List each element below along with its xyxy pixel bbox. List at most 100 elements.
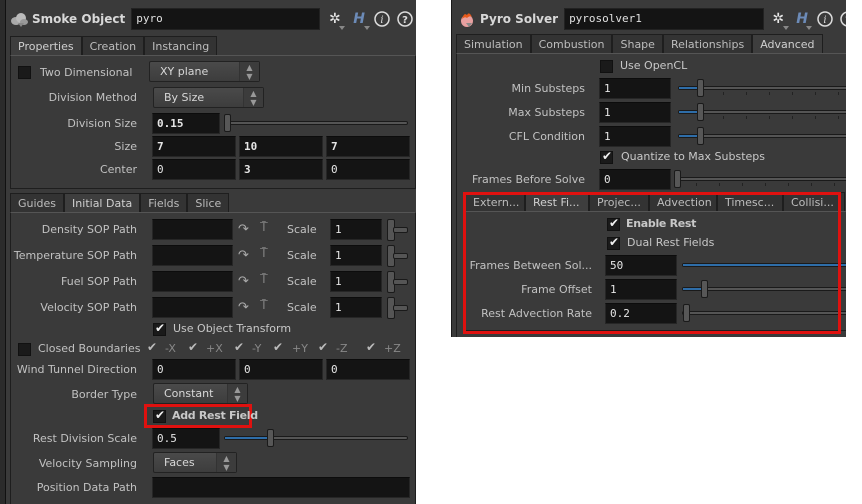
updown-arrows-icon: ▲ ▼ <box>227 384 247 403</box>
division-size-input[interactable]: 0.15 <box>152 113 220 134</box>
temperature-scale-input[interactable]: 1 <box>330 245 382 266</box>
jump-to-node-icon[interactable]: ↷ <box>238 275 256 289</box>
node-chooser-icon[interactable]: ⍑ <box>260 273 278 287</box>
tab-instancing[interactable]: Instancing <box>144 36 218 56</box>
division-method-dropdown[interactable]: By Size ▲ ▼ <box>153 87 264 108</box>
question-icon[interactable]: ? <box>395 8 416 30</box>
density-scale-slider[interactable] <box>387 219 408 241</box>
tab-properties[interactable]: Properties <box>10 36 82 56</box>
node-header: Smoke Object pyro ✲ H i ? <box>10 4 416 34</box>
fire-icon[interactable] <box>458 11 476 27</box>
node-chooser-icon[interactable]: ⍑ <box>260 247 278 261</box>
tab-slice[interactable]: Slice <box>187 193 230 213</box>
node-chooser-icon[interactable]: ⍑ <box>260 221 278 235</box>
wind-tunnel-x-input[interactable]: 0 <box>152 359 236 380</box>
node-name-input[interactable]: pyrosolver1 <box>564 8 764 30</box>
temperature-scale-label: Scale <box>287 249 317 262</box>
info-icon[interactable]: i <box>372 8 393 30</box>
updown-arrows-icon: ▲ ▼ <box>239 62 259 81</box>
size-z-input[interactable]: 7 <box>326 136 410 157</box>
temperature-sop-path-input[interactable] <box>152 245 233 266</box>
fuel-sop-path-input[interactable] <box>152 271 233 292</box>
svg-text:i: i <box>381 15 384 26</box>
closed-plus-y-checkbox[interactable] <box>273 340 286 356</box>
position-data-path-label: Position Data Path <box>36 481 137 494</box>
top-tabs: Simulation Combustion Shape Relationship… <box>456 34 823 54</box>
density-sop-path-input[interactable] <box>152 219 233 240</box>
min-substeps-slider[interactable] <box>678 79 862 97</box>
density-sop-path-label: Density SOP Path <box>41 223 137 236</box>
tab-creation[interactable]: Creation <box>81 36 145 56</box>
tab-shape[interactable]: Shape <box>612 34 663 54</box>
tab-fields[interactable]: Fields <box>140 193 188 213</box>
use-object-transform-checkbox[interactable] <box>153 321 166 336</box>
rest-division-scale-slider[interactable] <box>224 429 408 447</box>
wind-tunnel-y-input[interactable]: 0 <box>239 359 323 380</box>
center-z-input[interactable]: 0 <box>326 159 410 180</box>
gear-icon[interactable]: ✲ <box>768 8 789 30</box>
node-name-input[interactable]: pyro <box>131 8 321 30</box>
size-y-input[interactable]: 10 <box>239 136 323 157</box>
tab-combustion[interactable]: Combustion <box>530 34 613 54</box>
velocity-scale-input[interactable]: 1 <box>330 297 382 318</box>
jump-to-node-icon[interactable]: ↷ <box>238 249 256 263</box>
density-scale-input[interactable]: 1 <box>330 219 382 240</box>
wind-tunnel-z-input[interactable]: 0 <box>326 359 410 380</box>
max-substeps-input[interactable]: 1 <box>599 102 671 123</box>
fuel-scale-input[interactable]: 1 <box>330 271 382 292</box>
cfl-condition-slider[interactable] <box>678 127 862 145</box>
closed-minus-y-checkbox[interactable] <box>234 340 247 356</box>
tab-advanced[interactable]: Advanced <box>752 34 823 54</box>
cfl-condition-input[interactable]: 1 <box>599 126 671 147</box>
center-y-input[interactable]: 3 <box>239 159 323 180</box>
frames-before-solve-label: Frames Before Solve <box>471 173 585 186</box>
closed-minus-y-label: -Y <box>252 342 262 355</box>
rest-division-scale-label: Rest Division Scale <box>32 432 137 445</box>
rest-division-scale-input[interactable]: 0.5 <box>152 428 220 449</box>
velocity-sampling-value: Faces <box>164 456 195 469</box>
tab-simulation[interactable]: Simulation <box>456 34 531 54</box>
temperature-scale-slider[interactable] <box>387 245 408 267</box>
quantize-label: Quantize to Max Substeps <box>621 150 765 163</box>
velocity-scale-slider[interactable] <box>387 297 408 319</box>
gear-icon[interactable]: ✲ <box>324 8 346 30</box>
jump-to-node-icon[interactable]: ↷ <box>238 223 256 237</box>
smoke-cloud-icon[interactable] <box>10 11 28 27</box>
closed-minus-x-checkbox[interactable] <box>147 340 160 356</box>
fuel-scale-slider[interactable] <box>387 271 408 293</box>
closed-plus-z-checkbox[interactable] <box>366 340 379 356</box>
houdini-help-icon[interactable]: H <box>348 8 370 30</box>
center-x-input[interactable]: 0 <box>152 159 236 180</box>
velocity-sampling-dropdown[interactable]: Faces ▲ ▼ <box>153 452 237 473</box>
node-chooser-icon[interactable]: ⍑ <box>260 299 278 313</box>
max-substeps-slider[interactable] <box>678 103 862 121</box>
closed-boundaries-checkbox[interactable] <box>18 343 31 356</box>
smoke-object-panel: Smoke Object pyro ✲ H i ? Properties Cre… <box>0 0 416 504</box>
division-size-slider[interactable] <box>224 114 408 132</box>
tab-initial-data[interactable]: Initial Data <box>64 193 141 213</box>
tab-relationships[interactable]: Relationships <box>662 34 753 54</box>
closed-minus-z-checkbox[interactable] <box>318 340 331 356</box>
border-type-dropdown[interactable]: Constant ▲ ▼ <box>153 383 248 404</box>
houdini-help-icon[interactable]: H <box>792 8 813 30</box>
closed-plus-x-checkbox[interactable] <box>188 340 201 356</box>
use-opencl-checkbox[interactable] <box>600 60 613 73</box>
info-icon[interactable]: i <box>814 8 835 30</box>
size-x-input[interactable]: 7 <box>152 136 236 157</box>
division-method-label: Division Method <box>48 91 137 104</box>
plane-dropdown[interactable]: XY plane ▲ ▼ <box>149 61 260 82</box>
frames-before-solve-input[interactable]: 0 <box>599 169 671 190</box>
frames-before-solve-slider[interactable] <box>674 170 862 188</box>
min-substeps-label: Min Substeps <box>511 82 585 95</box>
add-rest-field-checkbox[interactable] <box>153 408 166 423</box>
tab-guides[interactable]: Guides <box>10 193 65 213</box>
use-object-transform-label: Use Object Transform <box>173 322 292 335</box>
position-data-path-input[interactable] <box>152 477 410 498</box>
two-dimensional-checkbox[interactable] <box>18 66 31 79</box>
min-substeps-input[interactable]: 1 <box>599 78 671 99</box>
quantize-checkbox[interactable] <box>600 149 613 164</box>
svg-text:i: i <box>823 15 826 26</box>
jump-to-node-icon[interactable]: ↷ <box>238 301 256 315</box>
velocity-sop-path-input[interactable] <box>152 297 233 318</box>
closed-plus-y-label: +Y <box>292 342 308 355</box>
